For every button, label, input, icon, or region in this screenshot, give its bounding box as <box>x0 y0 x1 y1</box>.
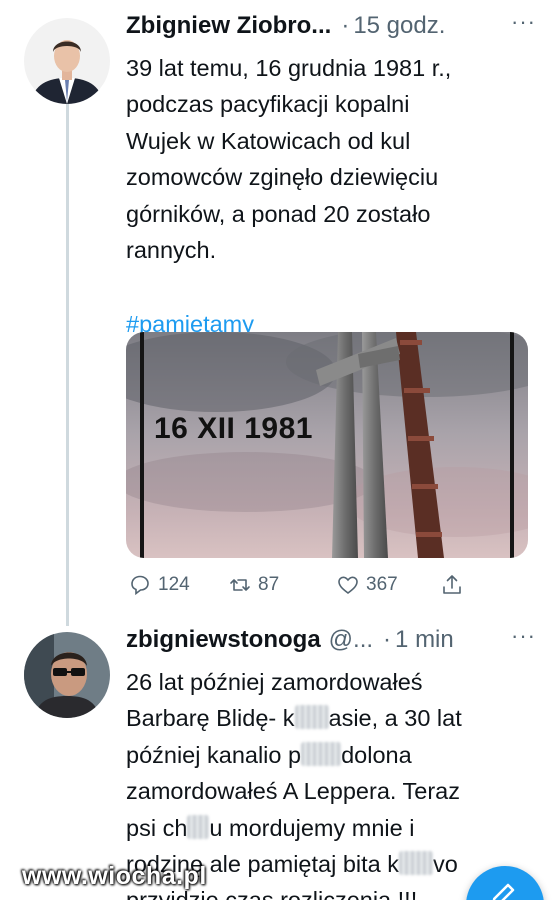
censored-blur <box>301 741 342 766</box>
separator: · <box>341 12 350 39</box>
tweet-line: podczas pacyfikacji kopalni <box>126 91 410 118</box>
tweet-actions: 124 87 367 <box>126 570 466 600</box>
timestamp[interactable]: 1 min <box>395 626 454 654</box>
avatar-ziobro[interactable] <box>24 18 110 104</box>
avatar-stonoga[interactable] <box>24 632 110 718</box>
like-button[interactable]: 367 <box>336 573 398 597</box>
censored-blur <box>294 705 329 730</box>
timestamp[interactable]: 15 godz. <box>353 12 445 40</box>
retweet-icon <box>230 579 250 591</box>
tweet-line: zamordowałeś A Leppera. Teraz <box>126 773 536 809</box>
tweet-line: psi ch u mordujemy mnie i <box>126 810 536 846</box>
tweet-header: zbigniewstonoga @... · 1 min ··· <box>126 623 536 664</box>
text-segment: psi ch <box>126 814 188 841</box>
share-icon <box>443 575 461 594</box>
text-segment: później kanalio p <box>126 741 302 768</box>
thread-line <box>66 104 69 626</box>
tweet-line: zomowców zginęło dziewięciu <box>126 164 439 191</box>
like-count: 367 <box>366 574 398 595</box>
text-segment: 26 lat później zamordowałeś <box>126 669 423 695</box>
retweet-button[interactable]: 87 <box>228 573 279 597</box>
censored-blur <box>399 851 434 876</box>
text-segment: vo <box>433 851 458 878</box>
author-name[interactable]: Zbigniew Ziobro... <box>126 12 331 40</box>
retweet-count: 87 <box>258 574 280 595</box>
author-handle[interactable]: @... <box>329 626 373 654</box>
tweet-text: 39 lat temu, 16 grudnia 1981 r., podczas… <box>126 50 536 268</box>
reply-icon <box>131 575 149 596</box>
tweet-line: górników, a ponad 20 zostało <box>126 200 431 227</box>
text-segment: dolona <box>341 741 412 768</box>
text-segment: asie, a 30 lat <box>328 705 462 732</box>
more-icon[interactable]: ··· <box>511 623 536 649</box>
tweet-ziobro[interactable]: Zbigniew Ziobro... · 15 godz. ··· 39 lat… <box>126 9 536 596</box>
compose-icon <box>492 883 515 900</box>
author-name[interactable]: zbigniewstonoga <box>126 626 321 654</box>
separator: · <box>383 626 392 653</box>
text-segment: Barbarę Blidę- k <box>126 705 295 732</box>
text-segment: u mordujemy mnie i <box>209 814 415 841</box>
reply-button[interactable]: 124 <box>128 573 190 597</box>
tweet-media-image[interactable]: 16 XII 1981 <box>126 332 528 558</box>
heart-icon <box>338 576 358 595</box>
tweet-line: później kanalio p dolona <box>126 737 536 773</box>
text-segment: zamordowałeś A Leppera. Teraz <box>126 778 460 805</box>
tweet-header: Zbigniew Ziobro... · 15 godz. ··· <box>126 9 536 50</box>
watermark: www.wiocha.pl <box>22 862 207 890</box>
tweet-line: 26 lat później zamordowałeś <box>126 664 536 700</box>
reply-count: 124 <box>158 574 190 595</box>
tweet-line: Wujek w Katowicach od kul <box>126 127 411 154</box>
censored-blur <box>187 814 210 839</box>
more-icon[interactable]: ··· <box>511 9 536 35</box>
media-caption: 16 XII 1981 <box>154 412 313 445</box>
share-button[interactable] <box>440 573 470 597</box>
tweet-line: rannych. <box>126 237 217 264</box>
tweet-line: 39 lat temu, 16 grudnia 1981 r., <box>126 55 452 81</box>
tweet-line: Barbarę Blidę- k asie, a 30 lat <box>126 700 536 736</box>
tweet-stonoga[interactable]: zbigniewstonoga @... · 1 min ··· 26 lat … <box>126 623 536 900</box>
